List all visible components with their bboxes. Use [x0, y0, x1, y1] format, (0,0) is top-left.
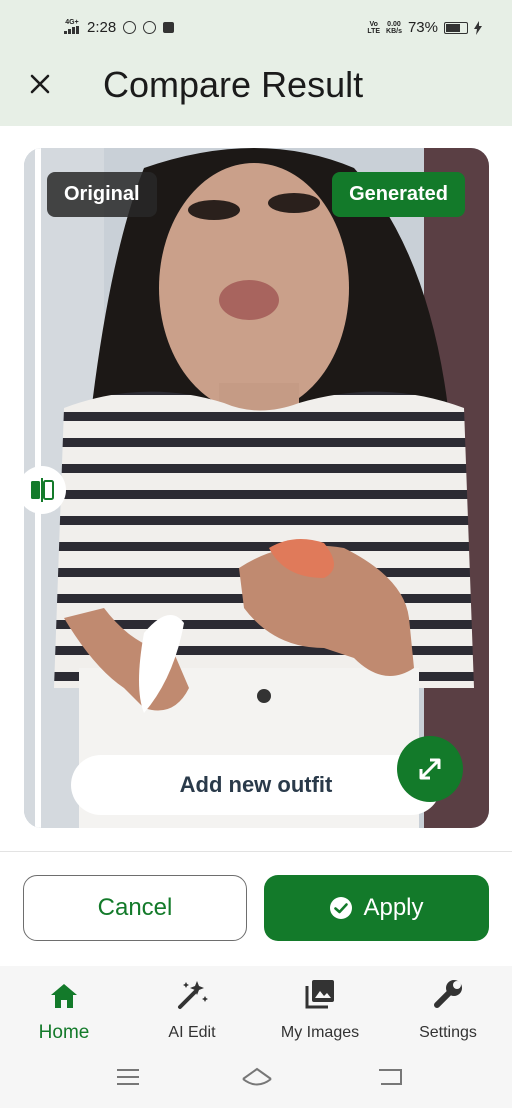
nav-ai-edit-label: AI Edit [168, 1024, 216, 1041]
speed-unit: KB/s [386, 27, 402, 35]
check-circle-icon [330, 897, 353, 919]
back-icon [379, 1069, 402, 1085]
speed-value: 0.00 [387, 20, 401, 28]
nav-settings[interactable]: Settings [384, 976, 512, 1056]
nav-home[interactable]: Home [0, 976, 128, 1056]
wrench-icon [434, 980, 462, 1008]
chrome-icon [143, 21, 157, 34]
status-bar: 4G+ 2:28 Vo LTE 0.00 KB/s 73% [0, 0, 512, 58]
close-icon[interactable] [26, 70, 54, 98]
nav-ai-edit[interactable]: AI Edit [128, 976, 256, 1056]
fullscreen-button[interactable] [397, 736, 463, 802]
nav-settings-label: Settings [419, 1024, 477, 1041]
gallery-icon [305, 980, 334, 1009]
signal-4g-icon: 4G+ [64, 19, 80, 36]
network-speed: 0.00 KB/s [386, 21, 402, 35]
nav-home-label: Home [38, 1022, 90, 1043]
nav-my-images-label: My Images [280, 1024, 360, 1041]
back-button[interactable] [377, 1066, 405, 1093]
system-home-icon [242, 1067, 272, 1086]
compare-photo [24, 148, 489, 828]
lte-label: LTE [367, 27, 381, 35]
page-title: Compare Result [103, 64, 364, 105]
battery-percent: 73% [407, 19, 438, 36]
charging-icon [474, 20, 482, 35]
whatsapp-icon [123, 21, 137, 34]
nav-my-images[interactable]: My Images [256, 976, 384, 1056]
youtube-icon [163, 22, 175, 33]
apply-label: Apply [363, 894, 424, 921]
system-nav [0, 1058, 512, 1098]
app-header: Compare Result [0, 58, 512, 126]
network-type: 4G+ [65, 19, 79, 26]
status-right: Vo LTE 0.00 KB/s 73% [367, 19, 482, 36]
original-badge: Original [47, 172, 157, 217]
cancel-button[interactable]: Cancel [23, 875, 247, 941]
expand-icon [419, 758, 441, 780]
apply-button[interactable]: Apply [264, 875, 489, 941]
compare-view[interactable]: Original Generated Add new outfit [24, 148, 489, 828]
menu-icon [117, 1069, 139, 1085]
magic-wand-icon [178, 981, 208, 1009]
generated-badge: Generated [332, 172, 465, 217]
battery-icon [444, 21, 468, 34]
home-system-button[interactable] [240, 1066, 274, 1095]
add-outfit-button[interactable]: Add new outfit [71, 755, 441, 815]
divider [0, 851, 512, 852]
compare-icon [31, 478, 54, 502]
clock: 2:28 [87, 19, 117, 36]
status-left: 4G+ 2:28 [64, 19, 175, 36]
home-icon [51, 984, 77, 1008]
volte-label: Vo [369, 20, 378, 28]
recent-apps-button[interactable] [115, 1066, 141, 1093]
volte-icon: Vo LTE [367, 21, 380, 35]
